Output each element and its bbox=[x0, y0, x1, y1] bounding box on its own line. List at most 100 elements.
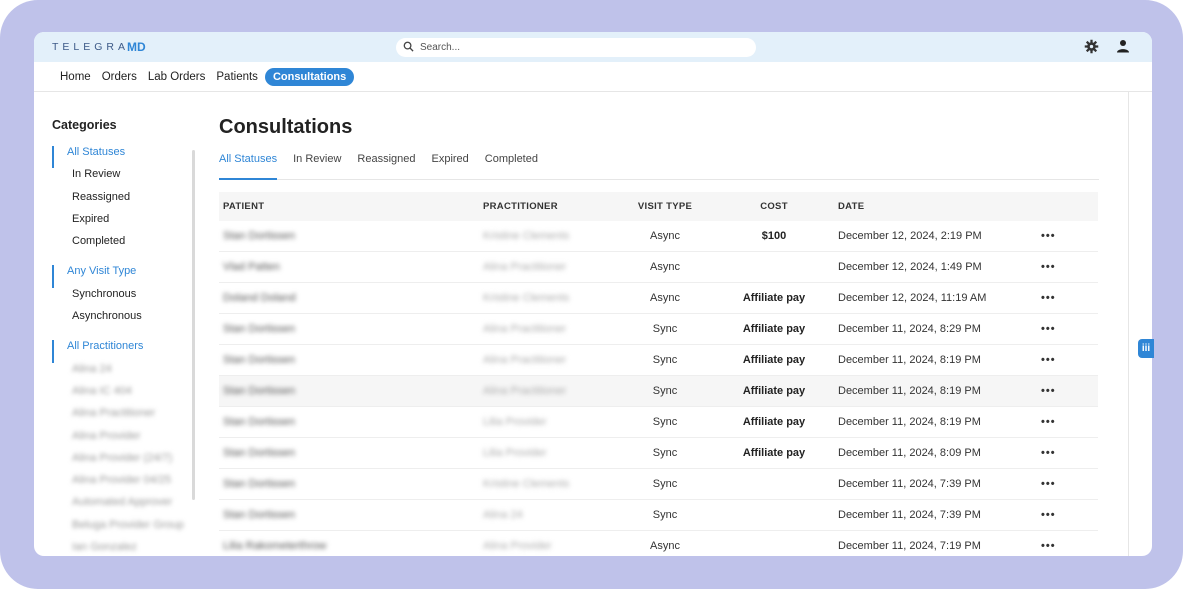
column-header-visit-type[interactable]: VISIT TYPE bbox=[614, 201, 716, 212]
sidebar-title: Categories bbox=[52, 118, 117, 132]
app-logo[interactable]: TELEGRA MD bbox=[52, 40, 146, 54]
filter-in-review[interactable]: In Review bbox=[52, 168, 202, 190]
filter-practitioner[interactable]: Alina Provider bbox=[52, 430, 202, 452]
tab-all-statuses[interactable]: All Statuses bbox=[219, 153, 278, 180]
more-options-icon[interactable]: ••• bbox=[1041, 447, 1071, 459]
tab-reassigned[interactable]: Reassigned bbox=[357, 153, 415, 179]
more-options-icon[interactable]: ••• bbox=[1041, 230, 1071, 242]
table-row[interactable]: Stan Dortissen Alina Practitioner Sync Affi… bbox=[219, 345, 1098, 376]
nav-lab-orders[interactable]: Lab Orders bbox=[148, 71, 206, 83]
more-options-icon[interactable]: ••• bbox=[1041, 540, 1071, 552]
table-row[interactable]: Vlad Patten Alina Practitioner Async Decemb… bbox=[219, 252, 1098, 283]
sidebar-scrollbar[interactable] bbox=[192, 150, 195, 500]
gear-icon[interactable] bbox=[1084, 39, 1099, 59]
category-sidebar: Categories All Statuses In Review Reassi… bbox=[52, 118, 202, 556]
logo-text: TELEGRA bbox=[52, 41, 130, 53]
table-row[interactable]: Stan Dortissen Kristine Clements Sync Decem… bbox=[219, 469, 1098, 500]
date-cell: December 12, 2024, 1:49 PM bbox=[838, 261, 982, 273]
top-bar: TELEGRA MD Search... bbox=[34, 32, 1152, 62]
visit-type-cell: Async bbox=[650, 292, 680, 304]
filter-expired[interactable]: Expired bbox=[52, 213, 202, 235]
column-header-cost[interactable]: COST bbox=[716, 201, 832, 212]
more-options-icon[interactable]: ••• bbox=[1041, 385, 1071, 397]
tab-in-review[interactable]: In Review bbox=[293, 153, 341, 179]
user-icon[interactable] bbox=[1116, 39, 1130, 58]
cost-cell: Affiliate pay bbox=[742, 292, 806, 304]
filter-practitioner[interactable]: Alina Practitioner bbox=[52, 407, 202, 429]
column-header-patient[interactable]: PATIENT bbox=[219, 201, 483, 212]
filter-practitioner[interactable]: Alina Provider 04/25 bbox=[52, 474, 202, 496]
patient-cell: Stan Dortissen bbox=[223, 416, 296, 428]
filter-all-statuses[interactable]: All Statuses bbox=[52, 146, 202, 169]
patient-cell: Stan Dortissen bbox=[223, 230, 296, 242]
patient-cell: Stan Dortissen bbox=[223, 447, 296, 459]
patient-cell: Doland Doland bbox=[223, 292, 296, 304]
table-row[interactable]: Stan Dortissen Kristine Clements Async $100… bbox=[219, 221, 1098, 252]
column-header-practitioner[interactable]: PRACTITIONER bbox=[483, 201, 614, 212]
filter-all-practitioners[interactable]: All Practitioners bbox=[52, 340, 202, 363]
filter-practitioner[interactable]: Automated Approver bbox=[52, 496, 202, 518]
search-box[interactable]: Search... bbox=[396, 38, 756, 57]
table-body: Stan Dortissen Kristine Clements Async $100… bbox=[219, 221, 1098, 556]
filter-reassigned[interactable]: Reassigned bbox=[52, 191, 202, 213]
more-options-icon[interactable]: ••• bbox=[1041, 509, 1071, 521]
patient-cell: Lilia Rakometerthrow bbox=[223, 540, 327, 552]
filter-asynchronous[interactable]: Asynchronous bbox=[52, 310, 202, 332]
more-options-icon[interactable]: ••• bbox=[1041, 261, 1071, 273]
filter-practitioner[interactable]: Alina IC 404 bbox=[52, 385, 202, 407]
nav-consultations[interactable]: Consultations bbox=[264, 67, 355, 86]
more-options-icon[interactable]: ••• bbox=[1041, 354, 1071, 366]
table-row[interactable]: Stan Dortissen Alina Practitioner Sync Affi… bbox=[219, 376, 1098, 407]
consultations-table: PATIENT PRACTITIONER VISIT TYPE COST DAT… bbox=[219, 192, 1098, 556]
more-options-icon[interactable]: ••• bbox=[1041, 323, 1071, 335]
filter-any-visit-type[interactable]: Any Visit Type bbox=[52, 265, 202, 288]
date-cell: December 11, 2024, 8:19 PM bbox=[838, 416, 981, 428]
filter-completed[interactable]: Completed bbox=[52, 235, 202, 257]
practitioner-cell: Alina Practitioner bbox=[483, 385, 567, 397]
nav-orders[interactable]: Orders bbox=[102, 71, 137, 83]
feedback-icon[interactable]: iii bbox=[1138, 339, 1154, 358]
filter-synchronous[interactable]: Synchronous bbox=[52, 288, 202, 310]
visit-type-cell: Async bbox=[650, 230, 680, 242]
column-header-date[interactable]: DATE bbox=[832, 201, 1041, 212]
visit-type-cell: Sync bbox=[652, 354, 678, 366]
patient-cell: Stan Dortissen bbox=[223, 323, 296, 335]
filter-practitioner[interactable]: Alina Provider (24/7) bbox=[52, 452, 202, 474]
filter-practitioner[interactable]: Alina 24 bbox=[52, 363, 202, 385]
nav-patients[interactable]: Patients bbox=[216, 71, 258, 83]
filter-practitioner[interactable]: Beluga Provider Group bbox=[52, 519, 202, 541]
table-row[interactable]: Lilia Rakometerthrow Alina Provider Async D… bbox=[219, 531, 1098, 556]
cost-cell: Affiliate pay bbox=[742, 323, 806, 335]
consultations-panel: Consultations All Statuses In Review Rea… bbox=[219, 116, 1099, 556]
page-title: Consultations bbox=[219, 116, 353, 138]
tab-expired[interactable]: Expired bbox=[431, 153, 468, 179]
table-row[interactable]: Stan Dortissen Lilia Provider Sync Affiliat… bbox=[219, 407, 1098, 438]
visit-type-cell: Sync bbox=[652, 447, 678, 459]
filter-practitioner[interactable]: Ian Gonzalez bbox=[52, 541, 202, 556]
nav-home[interactable]: Home bbox=[60, 71, 91, 83]
visit-type-cell: Sync bbox=[652, 509, 678, 521]
app-window: TELEGRA MD Search... Home Orders Lab Ord… bbox=[34, 32, 1152, 556]
date-cell: December 11, 2024, 7:39 PM bbox=[838, 478, 981, 490]
date-cell: December 11, 2024, 7:39 PM bbox=[838, 509, 981, 521]
more-options-icon[interactable]: ••• bbox=[1041, 416, 1071, 428]
cost-cell: Affiliate pay bbox=[742, 354, 806, 366]
visit-type-cell: Sync bbox=[652, 416, 678, 428]
search-icon bbox=[403, 41, 420, 55]
table-row[interactable]: Doland Doland Kristine Clements Async Affil… bbox=[219, 283, 1098, 314]
table-header: PATIENT PRACTITIONER VISIT TYPE COST DAT… bbox=[219, 192, 1098, 221]
table-row[interactable]: Stan Dortissen Lilia Provider Sync Affiliat… bbox=[219, 438, 1098, 469]
date-cell: December 11, 2024, 8:19 PM bbox=[838, 385, 981, 397]
more-options-icon[interactable]: ••• bbox=[1041, 292, 1071, 304]
more-options-icon[interactable]: ••• bbox=[1041, 478, 1071, 490]
visit-type-cell: Async bbox=[650, 540, 680, 552]
tab-completed[interactable]: Completed bbox=[485, 153, 538, 179]
practitioner-cell: Alina Practitioner bbox=[483, 323, 567, 335]
table-row[interactable]: Stan Dortissen Alina 24 Sync December 11, 2… bbox=[219, 500, 1098, 531]
search-input[interactable]: Search... bbox=[420, 42, 460, 53]
status-tabs: All Statuses In Review Reassigned Expire… bbox=[219, 153, 1099, 180]
patient-cell: Vlad Patten bbox=[223, 261, 280, 273]
practitioner-cell: Alina 24 bbox=[483, 509, 523, 521]
practitioner-cell: Kristine Clements bbox=[483, 292, 570, 304]
table-row[interactable]: Stan Dortissen Alina Practitioner Sync Affi… bbox=[219, 314, 1098, 345]
